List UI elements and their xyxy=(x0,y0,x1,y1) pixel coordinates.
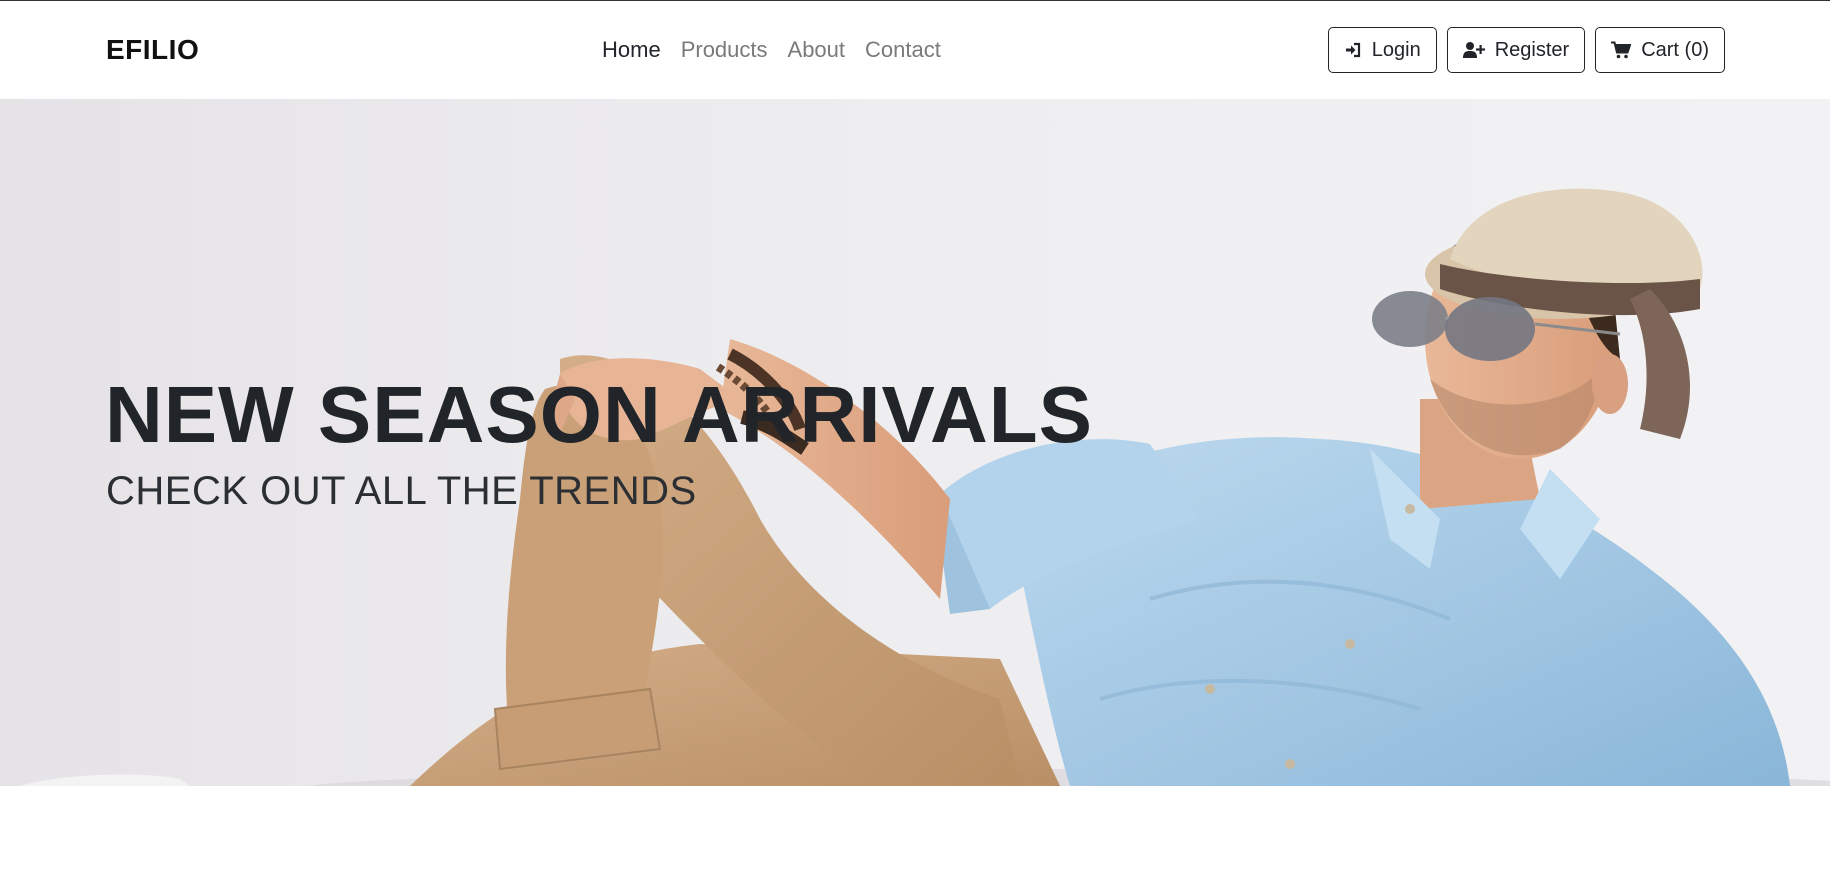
nav-actions: Login Register Cart (0) xyxy=(1327,27,1725,73)
sign-in-icon xyxy=(1344,41,1362,59)
page: EFILIO Home Products About Contact Login xyxy=(0,0,1830,891)
login-button[interactable]: Login xyxy=(1327,27,1437,73)
navbar: EFILIO Home Products About Contact Login xyxy=(0,1,1830,99)
hero-banner: NEW SEASON ARRIVALS CHECK OUT ALL THE TR… xyxy=(0,99,1830,786)
login-label: Login xyxy=(1371,38,1421,61)
user-plus-icon xyxy=(1462,41,1485,59)
main-nav: Home Products About Contact xyxy=(602,37,941,63)
nav-link-home[interactable]: Home xyxy=(602,37,661,63)
cart-label: Cart (0) xyxy=(1641,38,1709,61)
brand-logo[interactable]: EFILIO xyxy=(106,34,199,66)
nav-link-contact[interactable]: Contact xyxy=(865,37,941,63)
nav-link-products[interactable]: Products xyxy=(681,37,768,63)
cart-button[interactable]: Cart (0) xyxy=(1595,27,1725,73)
nav-link-about[interactable]: About xyxy=(788,37,846,63)
register-label: Register xyxy=(1494,38,1570,61)
hero-subtitle: CHECK OUT ALL THE TRENDS xyxy=(106,469,697,513)
shopping-cart-icon xyxy=(1611,41,1632,59)
register-button[interactable]: Register xyxy=(1446,27,1586,73)
hero-title: NEW SEASON ARRIVALS xyxy=(105,370,1093,459)
